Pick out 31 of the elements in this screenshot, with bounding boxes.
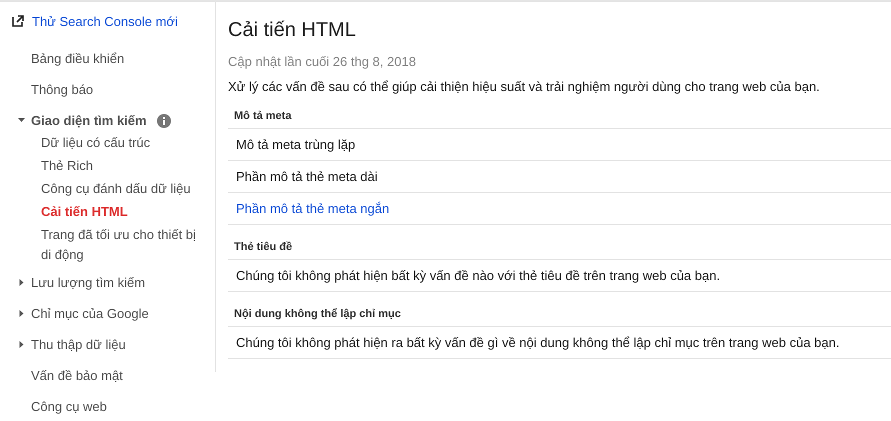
external-link-icon <box>12 15 24 27</box>
issue-text: Phần mô tả thẻ meta dài <box>236 169 378 184</box>
issue-text: Chúng tôi không phát hiện bất kỳ vấn đề nào với thẻ tiêu đề trên trang web của bạn. <box>236 268 720 283</box>
nav-subitem[interactable]: Trang đã tối ưu cho thiết bị di động <box>41 224 201 267</box>
nav-item[interactable]: Chỉ mục của Google <box>31 306 149 321</box>
collapsed-caret-icon[interactable] <box>18 279 25 286</box>
nav-item[interactable]: Giao diện tìm kiếm <box>31 113 147 128</box>
nav-item[interactable]: Thu thập dữ liệu <box>31 337 126 352</box>
nav-item[interactable]: Công cụ web <box>31 399 107 414</box>
section-heading: Thẻ tiêu đề <box>228 233 891 260</box>
nav-subitem[interactable]: Thẻ Rich <box>41 155 201 178</box>
nav-item[interactable]: Lưu lượng tìm kiếm <box>31 275 146 290</box>
nav-subitem[interactable]: Cải tiến HTML <box>41 201 201 224</box>
nav-subitem[interactable]: Công cụ đánh dấu dữ liệu <box>41 178 201 201</box>
nav-subitem[interactable]: Dữ liệu có cấu trúc <box>41 132 201 155</box>
nav-item[interactable]: Thông báo <box>31 82 94 97</box>
issue-text: Mô tả meta trùng lặp <box>236 137 356 152</box>
collapsed-caret-icon[interactable] <box>18 310 25 317</box>
collapsed-caret-icon[interactable] <box>18 341 25 348</box>
section-heading: Nội dung không thể lập chỉ mục <box>228 300 891 327</box>
info-icon[interactable] <box>156 114 171 128</box>
new-console-link[interactable]: Thử Search Console mới <box>0 11 215 31</box>
nav-item[interactable]: Vấn đề bảo mật <box>31 368 123 383</box>
issue-text: Chúng tôi không phát hiện ra bất kỳ vấn đề gì về nội dung không thể lập chỉ mục trên trang web của bạn. <box>236 335 840 350</box>
expanded-caret-icon[interactable] <box>18 117 25 124</box>
last-updated-text: Cập nhật lần cuối 26 thg 8, 2018 <box>228 54 417 69</box>
page-title: Cải tiến HTML <box>228 18 357 43</box>
description-text: Xử lý các vấn đề sau có thể giúp cải thiện hiệu suất và trải nghiệm người dùng cho trang web của bạn. <box>228 79 821 94</box>
issue-link[interactable]: Phần mô tả thẻ meta ngắn <box>236 201 390 216</box>
section-heading: Mô tả meta <box>228 102 891 129</box>
nav-item[interactable]: Bảng điều khiển <box>31 51 124 66</box>
